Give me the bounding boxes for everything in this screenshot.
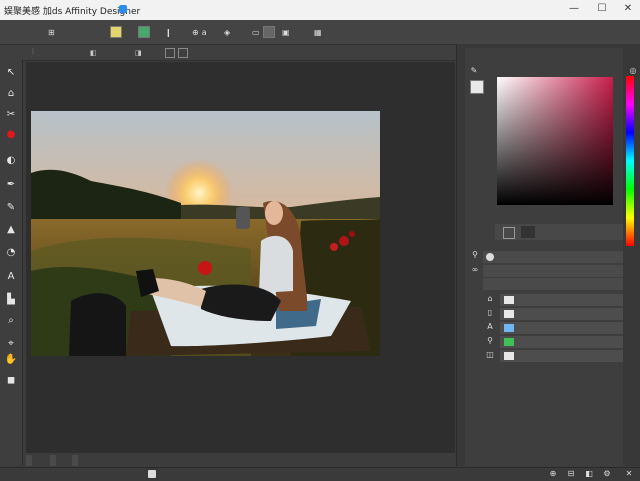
layer-row[interactable]: [500, 350, 623, 362]
zoom-icon[interactable]: ⌖: [3, 335, 19, 351]
swatch-reset-icon[interactable]: [503, 227, 515, 239]
layer-thumbnail: [504, 338, 514, 346]
minimize-button[interactable]: —: [566, 2, 582, 16]
node-icon[interactable]: ⌂: [3, 85, 19, 101]
maximize-button[interactable]: ☐: [594, 2, 610, 16]
half-box-icon: ◧: [90, 48, 97, 57]
title-bar: 娱聚美感 加ds Affinity Designer — ☐ ✕: [0, 0, 640, 20]
shape-icon[interactable]: ◐: [3, 152, 19, 168]
layer-toggle-icon[interactable]: ▯: [485, 308, 495, 318]
arrange-icon: ◈: [224, 27, 231, 37]
export-button[interactable]: ▦: [314, 24, 325, 40]
property-row-1[interactable]: [483, 251, 623, 263]
half-box-right-icon: ◨: [135, 48, 142, 57]
hand-icon[interactable]: ✋: [3, 351, 19, 367]
record-icon[interactable]: ●: [3, 126, 19, 142]
mask-icon[interactable]: ◧: [584, 469, 594, 479]
layer-toggle-icon[interactable]: ⚲: [485, 336, 495, 346]
layer-toggle-icon[interactable]: A: [485, 322, 495, 332]
eyedropper-icon[interactable]: ✎: [469, 66, 479, 76]
artboard-icon[interactable]: ▙: [3, 291, 19, 307]
property-dot-icon: [486, 253, 494, 261]
status-lock-icon[interactable]: [148, 470, 156, 478]
delete-icon[interactable]: ✕: [624, 469, 634, 479]
yellow-swatch-icon: [110, 26, 122, 38]
main-toolbar: ⊞ ❙ ⊕ a ◈ ▭ ▣ ▦: [0, 20, 640, 45]
checkbox-icon: [178, 47, 188, 58]
status-bar: [0, 467, 640, 481]
property-row-2[interactable]: [483, 265, 623, 277]
context-toolbar: ⫶ ◧ ◨: [0, 45, 456, 61]
layer-toggle-icon[interactable]: ⌂: [485, 294, 495, 304]
arrange-button[interactable]: ◈: [224, 24, 233, 40]
vector-brush-icon[interactable]: ▲: [3, 221, 19, 237]
context-item-3[interactable]: ◧: [90, 47, 97, 58]
move-icon[interactable]: ↖: [3, 64, 19, 80]
boolean-icon: ▣: [282, 27, 290, 37]
canvas-tab-1[interactable]: [26, 455, 32, 466]
eyedropper-icon[interactable]: ⌕: [3, 312, 19, 328]
checkbox-icon: [165, 47, 175, 58]
layer-thumbnail: [504, 352, 514, 360]
gray-swatch-icon: [262, 26, 275, 38]
link-icon[interactable]: ∞: [470, 265, 480, 275]
text-icon[interactable]: A: [3, 268, 19, 284]
layer-thumbnail: [504, 310, 514, 318]
color-picker-field[interactable]: [497, 77, 613, 205]
layer-row[interactable]: [500, 308, 623, 320]
adjust-icon[interactable]: ⚙: [602, 469, 612, 479]
grid-button[interactable]: ⊞: [48, 24, 55, 40]
layer-thumbnail: [504, 296, 514, 304]
color-icon[interactable]: ◼: [3, 372, 19, 388]
boolean-button[interactable]: ▣: [282, 24, 293, 40]
group-icon[interactable]: ⊟: [566, 469, 576, 479]
green-swatch-button[interactable]: [138, 24, 150, 40]
swatch-bar: [495, 224, 623, 240]
grid-icon: ⊞: [48, 27, 55, 37]
close-button[interactable]: ✕: [620, 2, 636, 16]
swatch-slot[interactable]: [521, 226, 535, 238]
export-icon: ▦: [314, 27, 322, 37]
fill-swatch[interactable]: [470, 80, 484, 94]
frame-button[interactable]: ▭: [252, 24, 275, 40]
context-item-5[interactable]: ◨: [135, 47, 142, 58]
transform-button[interactable]: ⊕ a: [192, 24, 207, 40]
frame-icon: ▭: [252, 27, 260, 37]
fill-icon[interactable]: ◔: [3, 244, 19, 260]
photo-artwork: [31, 111, 380, 356]
layer-row[interactable]: [500, 322, 623, 334]
layer-row[interactable]: [500, 294, 623, 306]
yellow-swatch-button[interactable]: [110, 24, 122, 40]
green-swatch-icon: [138, 26, 150, 38]
document-image[interactable]: [31, 111, 380, 356]
layer-thumbnail: [504, 324, 514, 332]
align-icon: ❙: [165, 27, 172, 37]
persona-button[interactable]: [6, 24, 9, 40]
transform-label: a: [201, 27, 207, 37]
pen-icon[interactable]: ✒: [3, 176, 19, 192]
layer-row[interactable]: [500, 336, 623, 348]
add-layer-icon[interactable]: ⊕: [548, 469, 558, 479]
context-item-7[interactable]: [178, 47, 188, 58]
context-item-6[interactable]: [165, 47, 175, 58]
canvas-tab-2[interactable]: [50, 455, 56, 466]
tools-panel: ↖ ⌂ ✂ ● ◐ ✒ ✎ ▲ ◔ A ▙ ⌕ ⌖ ✋ ◼: [0, 60, 23, 465]
hue-slider[interactable]: [626, 76, 634, 246]
property-row-3[interactable]: [483, 278, 623, 290]
expand-icon[interactable]: ◎: [628, 66, 638, 76]
crop-icon[interactable]: ✂: [3, 106, 19, 122]
app-badge-icon: [119, 5, 127, 13]
canvas-tab-3[interactable]: [72, 455, 78, 466]
align-button[interactable]: ❙: [165, 24, 172, 40]
pin-icon[interactable]: ⚲: [470, 250, 480, 260]
layer-toggle-icon[interactable]: ◫: [485, 350, 495, 360]
handle-icon: ⫶: [32, 48, 34, 56]
transform-icon: ⊕: [192, 27, 199, 37]
context-item-1[interactable]: ⫶: [32, 47, 34, 58]
pencil-icon[interactable]: ✎: [3, 199, 19, 215]
